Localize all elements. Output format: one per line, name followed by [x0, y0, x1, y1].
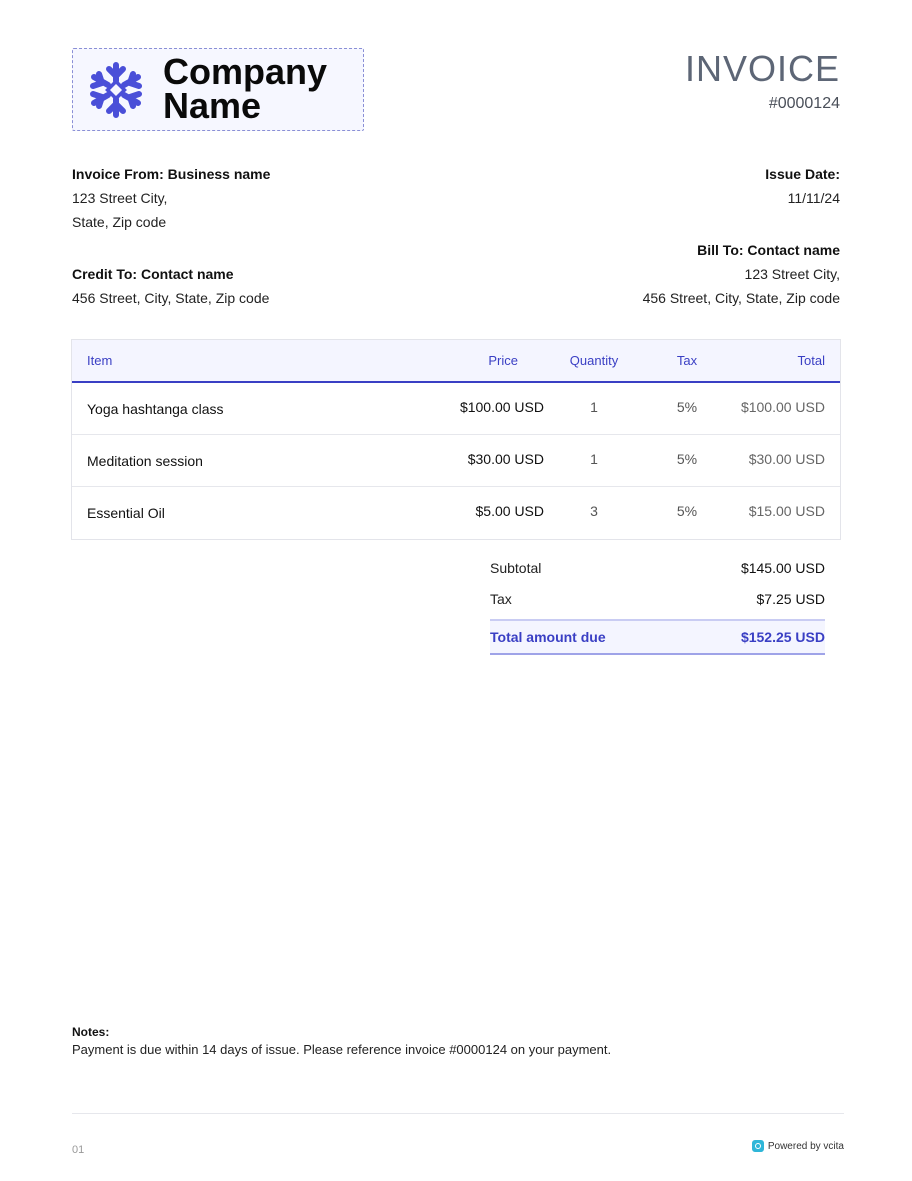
invoice-number: #0000124 — [768, 95, 840, 112]
bill-to-label: Bill To: Contact name — [697, 242, 840, 258]
row-item: Meditation session — [87, 453, 203, 469]
credit-to-label: Credit To: Contact name — [72, 266, 234, 282]
total-due-value: $152.25 USD — [740, 629, 825, 645]
header-total: Total — [797, 353, 825, 368]
header-price: Price — [488, 353, 518, 368]
row-quantity: 3 — [590, 503, 598, 519]
company-name: Company Name — [163, 51, 353, 126]
invoice-from-line2: State, Zip code — [72, 214, 167, 230]
total-due-label: Total amount due — [490, 629, 606, 645]
row-price: $5.00 USD — [475, 503, 544, 519]
table-row: Yoga hashtanga class $100.00 USD 1 5% $1… — [72, 383, 840, 435]
invoice-from-block: Invoice From: Business name 123 Street C… — [72, 162, 270, 234]
table-row: Meditation session $30.00 USD 1 5% $30.0… — [72, 435, 840, 487]
footer-divider — [72, 1113, 844, 1114]
header-item: Item — [87, 353, 113, 368]
powered-by-text: Powered by vcita — [767, 1140, 844, 1152]
bill-to-line2: 456 Street, City, State, Zip code — [642, 290, 840, 306]
row-total: $30.00 USD — [748, 451, 825, 467]
row-item: Essential Oil — [87, 505, 165, 521]
table-row: Essential Oil $5.00 USD 3 5% $15.00 USD — [72, 487, 840, 539]
table-header: Item Price Quantity Tax Total — [72, 340, 840, 383]
row-total: $100.00 USD — [740, 399, 825, 415]
row-quantity: 1 — [590, 451, 598, 467]
invoice-from-label: Invoice From: Business name — [72, 166, 271, 182]
credit-to-line1: 456 Street, City, State, Zip code — [72, 290, 270, 306]
notes-title: Notes: — [72, 1025, 110, 1039]
company-name-line1: Company — [163, 51, 328, 92]
row-price: $30.00 USD — [467, 451, 544, 467]
company-logo: Company Name — [72, 48, 364, 131]
snowflake-icon — [90, 62, 142, 118]
vcita-logo-icon — [751, 1140, 764, 1152]
items-table: Item Price Quantity Tax Total Yoga hasht… — [71, 339, 841, 540]
company-name-line2: Name — [163, 85, 262, 126]
credit-to-block: Credit To: Contact name 456 Street, City… — [72, 262, 269, 310]
row-quantity: 1 — [590, 399, 598, 415]
bill-to-block: Bill To: Contact name 123 Street City, 4… — [643, 238, 840, 310]
row-tax: 5% — [676, 503, 698, 519]
issue-date-block: Issue Date: 11/11/24 — [765, 162, 840, 210]
tax-label: Tax — [490, 591, 512, 607]
issue-date-label: Issue Date: — [765, 166, 840, 182]
row-tax: 5% — [676, 399, 698, 415]
notes-text: Payment is due within 14 days of issue. … — [72, 1042, 612, 1057]
bill-to-line1: 123 Street City, — [744, 266, 840, 282]
header-tax: Tax — [676, 353, 698, 368]
row-tax: 5% — [676, 451, 698, 467]
subtotal-value: $145.00 USD — [740, 560, 825, 576]
powered-by-link[interactable]: Powered by vcita — [751, 1140, 844, 1152]
row-price: $100.00 USD — [459, 399, 544, 415]
row-item: Yoga hashtanga class — [87, 401, 224, 417]
issue-date-value: 11/11/24 — [787, 190, 840, 206]
invoice-title: INVOICE — [684, 48, 840, 89]
tax-value: $7.25 USD — [756, 591, 825, 607]
header-quantity: Quantity — [569, 353, 619, 368]
total-due-row: Total amount due $152.25 USD — [490, 619, 825, 655]
row-total: $15.00 USD — [748, 503, 825, 519]
subtotal-label: Subtotal — [490, 560, 542, 576]
page-number: 01 — [72, 1144, 85, 1156]
invoice-from-line1: 123 Street City, — [72, 190, 168, 206]
